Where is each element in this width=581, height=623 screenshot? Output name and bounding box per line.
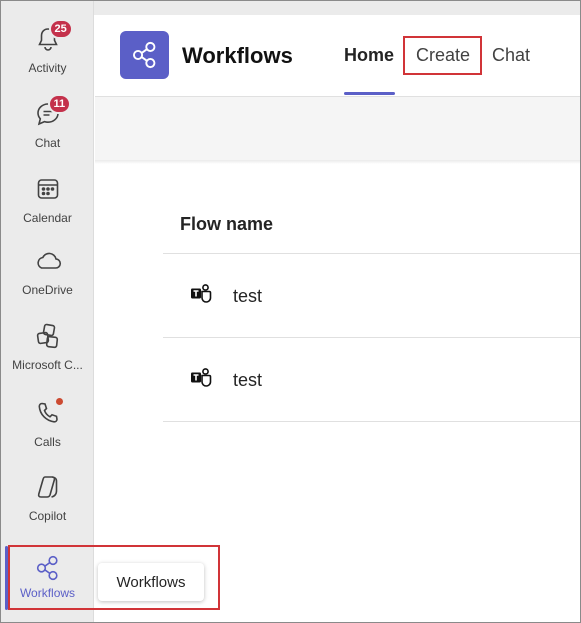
teams-icon bbox=[189, 282, 213, 306]
panel-shadow bbox=[95, 160, 580, 164]
workflows-app-logo bbox=[120, 31, 169, 79]
table-row[interactable]: test bbox=[163, 254, 580, 337]
copilot-icon bbox=[34, 473, 62, 501]
rail-item-microsoft-copilot-apps[interactable]: Microsoft C... bbox=[1, 322, 94, 392]
app-title: Workflows bbox=[182, 43, 293, 68]
chat-badge: 11 bbox=[47, 94, 72, 114]
create-tab-highlight bbox=[403, 36, 482, 75]
flow-name: test bbox=[233, 286, 263, 306]
rail-item-label: Copilot bbox=[28, 509, 67, 523]
workflows-highlight bbox=[8, 545, 220, 610]
bell-icon: 25 bbox=[34, 19, 73, 53]
workflows-icon bbox=[132, 41, 155, 69]
divider bbox=[163, 421, 580, 422]
rail-item-activity[interactable]: 25 Activity bbox=[1, 19, 94, 95]
cloud-icon bbox=[34, 247, 62, 275]
tab-home[interactable]: Home bbox=[344, 45, 394, 66]
rail-item-label: Microsoft C... bbox=[12, 358, 83, 372]
calls-notification-dot bbox=[53, 396, 65, 407]
tab-active-underline bbox=[344, 92, 395, 95]
chat-icon: 11 bbox=[34, 94, 72, 128]
copilot-apps-icon bbox=[34, 322, 62, 350]
calendar-icon bbox=[34, 175, 62, 203]
rail-item-calls[interactable]: Calls bbox=[1, 396, 94, 469]
rail-item-copilot[interactable]: Copilot bbox=[1, 473, 94, 543]
rail-item-label: Calls bbox=[34, 435, 61, 449]
rail-item-label: Calendar bbox=[23, 211, 72, 225]
tab-chat[interactable]: Chat bbox=[492, 45, 530, 66]
app-rail: 25 Activity 11 Chat Calendar OneDrive Mi… bbox=[1, 1, 94, 622]
flow-name: test bbox=[233, 370, 263, 390]
teams-window: 25 Activity 11 Chat Calendar OneDrive Mi… bbox=[0, 0, 581, 623]
phone-icon bbox=[34, 396, 65, 427]
rail-item-calendar[interactable]: Calendar bbox=[1, 175, 94, 245]
activity-badge: 25 bbox=[48, 19, 73, 39]
rail-item-label: OneDrive bbox=[22, 283, 73, 297]
column-header-flow-name[interactable]: Flow name bbox=[180, 214, 273, 235]
app-header: Workflows Home Create Chat bbox=[95, 15, 580, 97]
rail-item-label: Chat bbox=[34, 136, 61, 150]
table-row[interactable]: test bbox=[163, 338, 580, 421]
rail-item-label: Activity bbox=[28, 61, 67, 75]
teams-icon bbox=[189, 366, 213, 390]
rail-item-chat[interactable]: 11 Chat bbox=[1, 94, 94, 170]
rail-item-onedrive[interactable]: OneDrive bbox=[1, 247, 94, 317]
